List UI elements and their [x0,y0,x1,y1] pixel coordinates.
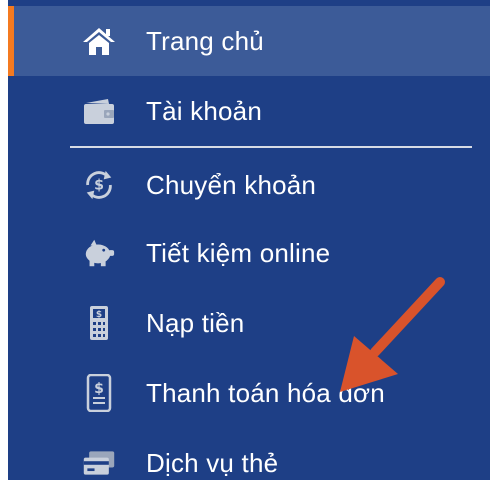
page-background-bottom [0,480,500,492]
home-icon [82,24,116,58]
card-icon [82,446,116,480]
sidebar-item-label: Nạp tiền [146,307,245,338]
svg-text:$: $ [94,178,104,194]
bill-icon: $ [82,374,116,412]
sidebar-item-bill-payment[interactable]: $ Thanh toán hóa đơn [8,358,490,428]
sidebar-menu: Trang chủ Tài khoản $ Chuyển khoản Tiết … [8,0,490,480]
sidebar-item-label: Tài khoản [146,95,262,126]
svg-text:$: $ [94,381,104,397]
sidebar-item-home[interactable]: Trang chủ [8,6,490,76]
active-indicator [8,6,14,76]
sidebar-item-label: Dịch vụ thẻ [146,447,279,478]
sidebar-item-topup[interactable]: $ Nạp tiền [8,288,490,358]
svg-text:$: $ [96,310,102,320]
wallet-icon [82,94,116,128]
sidebar-item-transfer[interactable]: $ Chuyển khoản [8,150,490,220]
sidebar-item-savings[interactable]: Tiết kiệm online [8,218,490,288]
sidebar-item-label: Tiết kiệm online [146,237,331,268]
sidebar-item-label: Trang chủ [146,25,264,56]
sidebar-item-label: Thanh toán hóa đơn [146,377,385,408]
sidebar-item-account[interactable]: Tài khoản [8,76,490,146]
sidebar-item-label: Chuyển khoản [146,169,317,200]
menu-divider [70,146,472,148]
piggy-bank-icon [82,236,116,270]
money-transfer-icon: $ [82,168,116,202]
mobile-topup-icon: $ [82,306,116,340]
